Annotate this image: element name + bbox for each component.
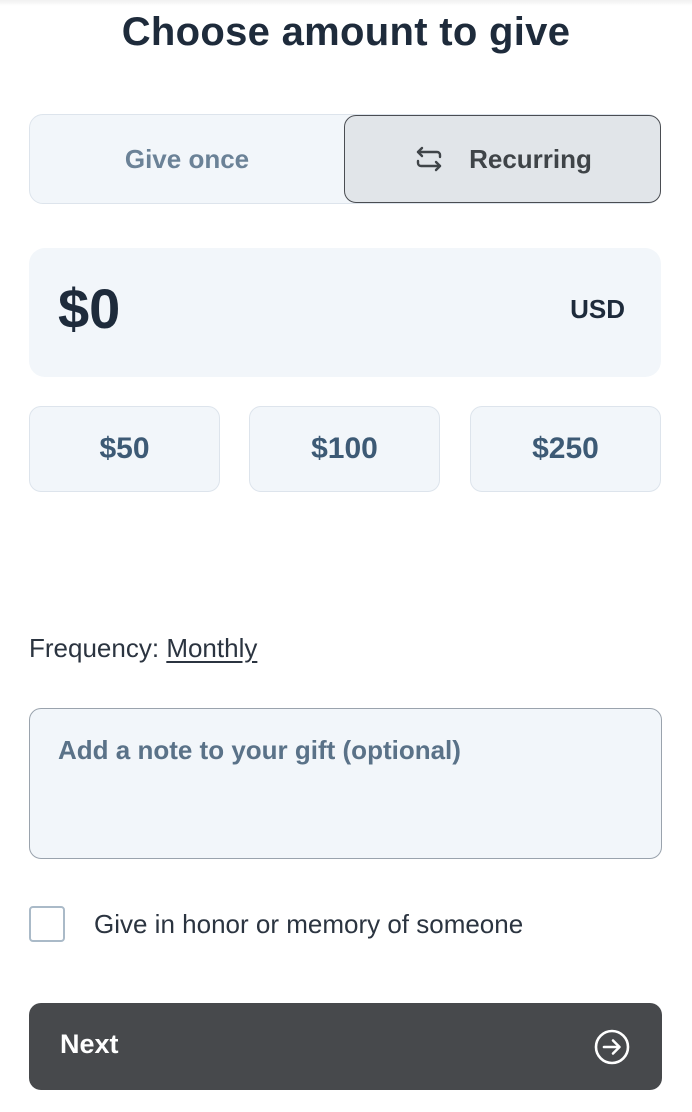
next-button[interactable]: Next [29, 1003, 662, 1090]
preset-amount-button[interactable]: $100 [249, 406, 440, 492]
recurring-tab[interactable]: Recurring [344, 115, 661, 203]
next-button-label: Next [60, 1029, 119, 1059]
gift-note-placeholder: Add a note to your gift (optional) [58, 735, 461, 765]
honor-checkbox-row[interactable]: Give in honor or memory of someone [29, 906, 523, 942]
amount-value: $0 [58, 277, 121, 340]
amount-input[interactable]: $0 USD [29, 248, 661, 377]
give-frequency-toggle: Give once Recurring [29, 114, 661, 204]
top-shadow [0, 0, 692, 6]
page-title: Choose amount to give [121, 10, 571, 54]
give-once-tab[interactable]: Give once [30, 115, 344, 203]
recurring-tab-label: Recurring [469, 143, 592, 174]
honor-checkbox[interactable] [29, 906, 65, 942]
preset-amount-button[interactable]: $250 [470, 406, 661, 492]
honor-checkbox-label: Give in honor or memory of someone [94, 908, 524, 939]
gift-note-textarea[interactable]: Add a note to your gift (optional) [29, 708, 662, 859]
frequency-link[interactable]: Monthly [166, 633, 257, 663]
arrow-right-circle-icon [593, 1028, 631, 1066]
preset-amount-button[interactable]: $50 [29, 406, 220, 492]
currency-label: USD [570, 294, 625, 324]
frequency-row: Frequency: Monthly [29, 633, 257, 664]
repeat-icon [413, 143, 445, 175]
frequency-label: Frequency: [29, 633, 160, 663]
